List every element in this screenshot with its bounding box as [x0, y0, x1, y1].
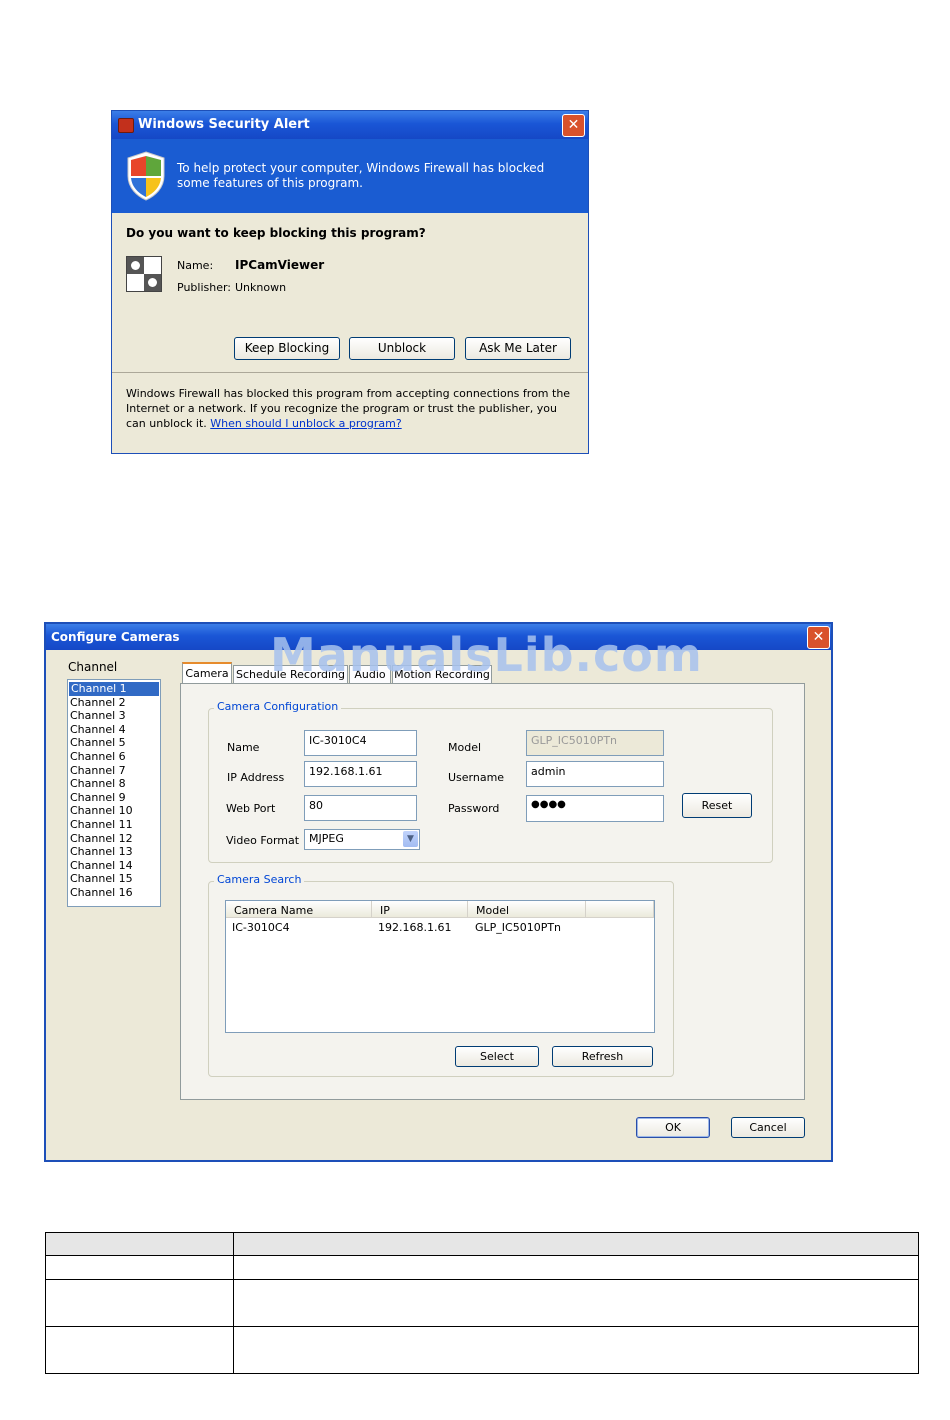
chevron-down-icon[interactable]: ▼ — [403, 831, 418, 847]
name-field[interactable]: IC-3010C4 — [304, 730, 417, 756]
table-header-row — [45, 1232, 919, 1256]
description-table — [45, 1232, 919, 1374]
refresh-button[interactable]: Refresh — [552, 1046, 653, 1067]
camera-search-list[interactable]: Camera Name IP Model IC-3010C4 192.168.1… — [225, 900, 655, 1033]
shield-icon — [127, 151, 165, 201]
video-format-label: Video Format — [226, 834, 300, 847]
table-header-cell — [45, 1232, 234, 1256]
table-cell — [45, 1279, 234, 1327]
model-field: GLP_IC5010PTn — [526, 730, 664, 756]
security-alert-message: To help protect your computer, Windows F… — [177, 161, 545, 190]
ok-button[interactable]: OK — [636, 1117, 710, 1138]
camera-tab-panel: Camera Configuration Name IC-3010C4 IP A… — [180, 683, 805, 1100]
channel-item[interactable]: Channel 16 — [68, 886, 160, 900]
security-alert-footer: Windows Firewall has blocked this progra… — [126, 386, 576, 431]
channel-item[interactable]: Channel 9 — [68, 791, 160, 805]
firewall-app-icon — [118, 118, 134, 133]
ask-me-later-button[interactable]: Ask Me Later — [465, 337, 571, 360]
table-cell — [233, 1279, 919, 1327]
channel-item[interactable]: Channel 5 — [68, 736, 160, 750]
unblock-help-link[interactable]: When should I unblock a program? — [210, 417, 401, 430]
program-name: IPCamViewer — [235, 258, 325, 272]
name-label: Name — [227, 741, 260, 754]
web-port-field[interactable]: 80 — [304, 795, 417, 821]
unblock-button[interactable]: Unblock — [349, 337, 455, 360]
channel-item[interactable]: Channel 3 — [68, 709, 160, 723]
close-icon[interactable]: ✕ — [562, 114, 585, 137]
channel-item[interactable]: Channel 12 — [68, 832, 160, 846]
channel-item[interactable]: Channel 8 — [68, 777, 160, 791]
table-cell — [45, 1255, 234, 1280]
video-format-value: MJPEG — [309, 832, 344, 845]
block-question: Do you want to keep blocking this progra… — [126, 226, 426, 240]
model-cell: GLP_IC5010PTn — [475, 921, 562, 934]
watermark: ManualsLib.com — [270, 628, 703, 682]
channel-item[interactable]: Channel 6 — [68, 750, 160, 764]
reset-button[interactable]: Reset — [682, 793, 752, 818]
table-header-cell — [233, 1232, 919, 1256]
channel-label: Channel — [68, 660, 118, 674]
tab-camera[interactable]: Camera — [182, 662, 232, 683]
channel-item[interactable]: Channel 10 — [68, 804, 160, 818]
column-header-camera-name[interactable]: Camera Name — [226, 901, 372, 918]
video-format-select[interactable]: MJPEG ▼ — [304, 829, 420, 850]
divider — [112, 372, 588, 373]
configure-cameras-title: Configure Cameras — [51, 630, 180, 644]
camera-name-cell: IC-3010C4 — [232, 921, 290, 934]
table-row — [45, 1326, 919, 1374]
table-row — [45, 1279, 919, 1327]
select-button[interactable]: Select — [455, 1046, 539, 1067]
username-field[interactable]: admin — [526, 761, 664, 787]
ip-cell: 192.168.1.61 — [378, 921, 452, 934]
channel-item[interactable]: Channel 1 — [69, 682, 159, 696]
name-label: Name: — [177, 259, 214, 272]
table-row — [45, 1255, 919, 1280]
table-cell — [233, 1326, 919, 1374]
camera-configuration-title: Camera Configuration — [214, 700, 342, 713]
column-header-blank — [586, 901, 654, 918]
configure-cameras-dialog: Configure Cameras ✕ Channel Channel 1 Ch… — [44, 622, 833, 1162]
security-alert-title: Windows Security Alert — [138, 117, 310, 132]
program-icon — [126, 256, 162, 292]
column-header-model[interactable]: Model — [468, 901, 586, 918]
column-header-ip[interactable]: IP — [372, 901, 468, 918]
channel-list[interactable]: Channel 1 Channel 2 Channel 3 Channel 4 … — [67, 679, 161, 907]
camera-search-title: Camera Search — [214, 873, 305, 886]
username-label: Username — [448, 771, 505, 784]
model-label: Model — [448, 741, 482, 754]
publisher-label: Publisher: — [177, 281, 232, 294]
ip-address-label: IP Address — [227, 771, 285, 784]
keep-blocking-button[interactable]: Keep Blocking — [234, 337, 340, 360]
web-port-label: Web Port — [226, 802, 276, 815]
channel-item[interactable]: Channel 4 — [68, 723, 160, 737]
cancel-button[interactable]: Cancel — [731, 1117, 805, 1138]
channel-item[interactable]: Channel 15 — [68, 872, 160, 886]
channel-item[interactable]: Channel 7 — [68, 764, 160, 778]
security-alert-dialog: Windows Security Alert ✕ To help protect… — [111, 110, 589, 454]
password-field[interactable]: ●●●● — [526, 795, 664, 822]
close-icon[interactable]: ✕ — [807, 626, 830, 649]
table-cell — [233, 1255, 919, 1280]
channel-item[interactable]: Channel 14 — [68, 859, 160, 873]
security-alert-titlebar[interactable]: Windows Security Alert ✕ — [112, 111, 588, 139]
table-cell — [45, 1326, 234, 1374]
publisher-value: Unknown — [235, 281, 287, 294]
channel-item[interactable]: Channel 13 — [68, 845, 160, 859]
password-label: Password — [448, 802, 500, 815]
channel-item[interactable]: Channel 11 — [68, 818, 160, 832]
channel-item[interactable]: Channel 2 — [68, 696, 160, 710]
ip-address-field[interactable]: 192.168.1.61 — [304, 761, 417, 787]
security-alert-banner: To help protect your computer, Windows F… — [112, 139, 588, 213]
